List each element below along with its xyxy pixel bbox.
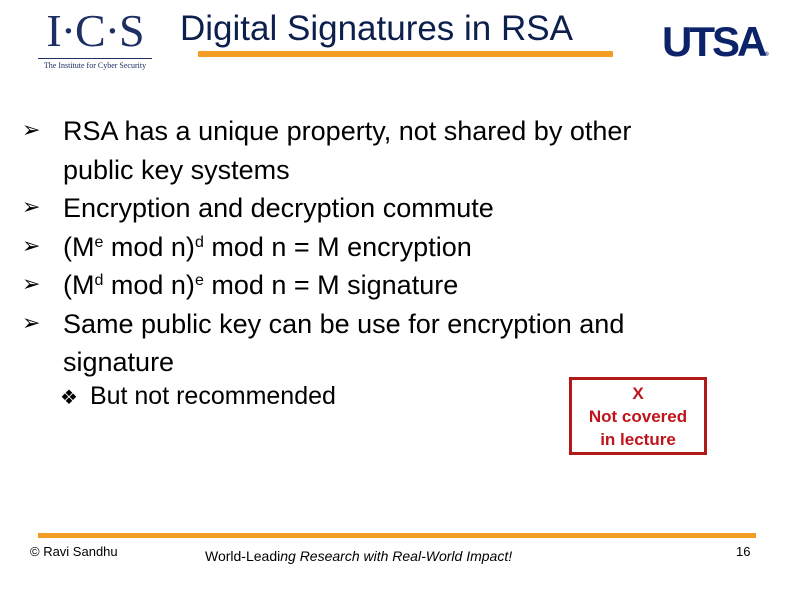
arrow-bullet-icon: ➢ [22,310,41,336]
bullet-item: ➢ (Md mod n)e mod n = M signature [18,266,778,305]
ics-logo-subtitle: The Institute for Cyber Security [43,61,147,70]
arrow-bullet-icon: ➢ [22,118,41,143]
bullet-item: ➢ Encryption and decryption commute [18,189,778,228]
ics-logo-rule [38,58,152,59]
page-number: 16 [736,544,751,559]
bullet-line: signature [63,347,175,377]
bullet-line: Encryption and decryption commute [63,193,494,223]
bullet-line: public key systems [63,154,290,185]
arrow-bullet-icon: ➢ [22,272,41,297]
bullet-item: ➢ Same public key can be use for encrypt… [18,305,778,382]
utsa-logo-text: UTSA [662,18,767,65]
bullet-line: RSA has a unique property, not shared by… [63,116,632,146]
slide-title: Digital Signatures in RSA [180,9,573,48]
bullet-list: ➢ RSA has a unique property, not shared … [18,112,778,382]
formula-part: (M [63,270,95,300]
formula-part: mod n) [103,231,195,262]
ics-logo: I·C·S The Institute for Cyber Security [36,6,154,72]
formula-part: mod n = M encryption [203,231,472,262]
footer-copyright: © Ravi Sandhu [30,544,118,559]
formula-part: mod n) [103,270,195,300]
sub-bullet-text: But not recommended [89,382,336,410]
footer-tagline: World-Leading Research with Real-World I… [205,548,512,564]
exponent: d [194,233,204,251]
bullet-line: Same public key can be use for encryptio… [63,308,625,339]
footer-rule [38,533,756,538]
exponent: e [194,272,204,289]
bullet-item: ➢ RSA has a unique property, not shared … [18,112,778,189]
diamond-bullet-icon: ❖ [60,385,78,409]
registered-mark: ® [764,52,769,58]
formula-part: mod n = M signature [203,270,459,300]
not-covered-x: X [632,384,644,403]
not-covered-line: in lecture [600,430,676,449]
bullet-line: (Me mod n)d mod n = M encryption [63,228,778,267]
bullet-item: ➢ (Me mod n)d mod n = M encryption [18,228,778,267]
tagline-part: ng Research with Real-World Impact! [280,548,513,564]
utsa-logo: UTSA® [662,18,769,79]
arrow-bullet-icon: ➢ [22,195,41,220]
tagline-part: World-Leadi [205,548,281,564]
ics-logo-mark: I·C·S [46,5,144,56]
not-covered-line: Not covered [588,407,688,426]
arrow-bullet-icon: ➢ [22,233,41,259]
sub-bullet-item: ❖ But not recommended [60,378,336,415]
bullet-line: (Md mod n)e mod n = M signature [63,266,778,305]
not-covered-box: X Not covered in lecture [569,377,707,455]
title-underline [198,51,613,57]
formula-part: (M [63,231,95,262]
